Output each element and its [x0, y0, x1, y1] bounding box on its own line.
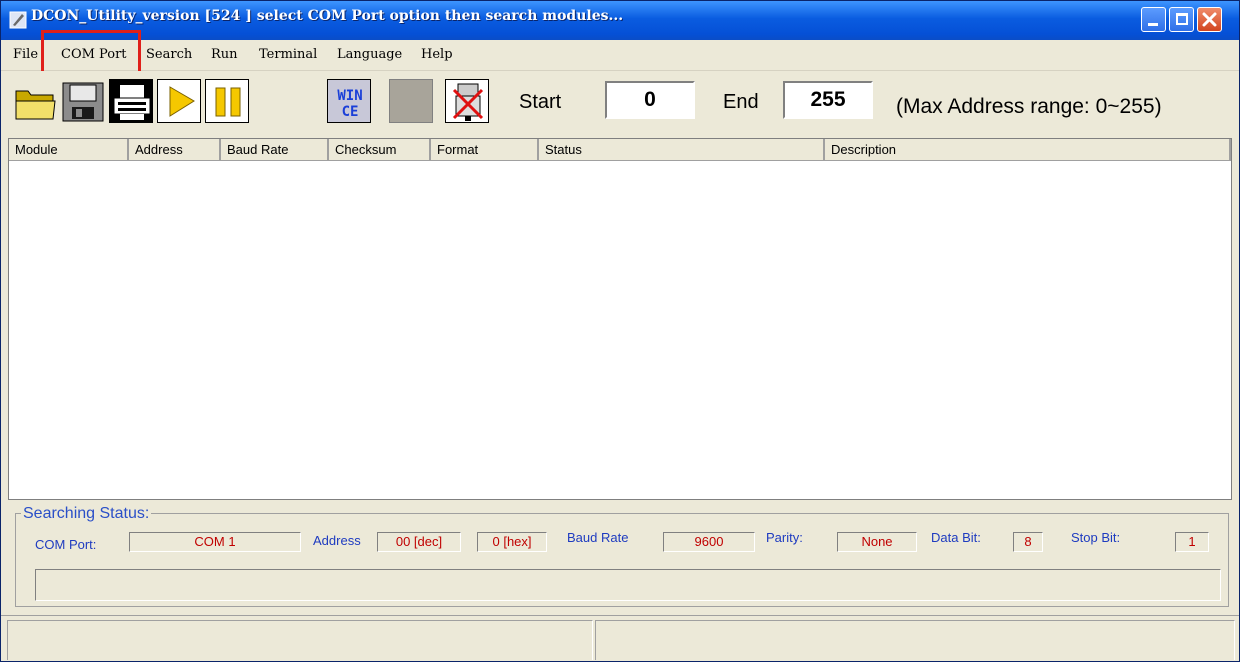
- menu-search[interactable]: Search: [146, 47, 192, 62]
- end-address-input[interactable]: 255: [783, 81, 873, 119]
- address-label: Address: [313, 533, 361, 548]
- status-pane-left: [7, 620, 593, 660]
- app-icon: [9, 11, 27, 29]
- svg-text:CE: CE: [342, 104, 359, 120]
- menu-bar: File COM Port Search Run Terminal Langua…: [1, 40, 1239, 71]
- com-port-label: COM Port:: [35, 537, 97, 552]
- maximize-icon[interactable]: [1169, 7, 1194, 32]
- column-checksum[interactable]: Checksum: [329, 139, 431, 161]
- address-dec-value: 00 [dec]: [377, 532, 461, 552]
- menu-file[interactable]: File: [13, 47, 38, 62]
- toolbar: WIN CE Start 0 End 255 (Max Address rang…: [1, 71, 1239, 136]
- wince-icon[interactable]: WIN CE: [327, 79, 371, 123]
- baud-rate-label: Baud Rate: [567, 530, 629, 545]
- max-address-range-hint: (Max Address range: 0~255): [896, 95, 1162, 118]
- minimize-icon[interactable]: [1141, 7, 1166, 32]
- column-address[interactable]: Address: [129, 139, 221, 161]
- column-description[interactable]: Description: [825, 139, 1231, 161]
- start-address-input[interactable]: 0: [605, 81, 695, 119]
- window-title: DCON_Utility_version [524 ] select COM P…: [31, 8, 624, 24]
- data-bit-value: 8: [1013, 532, 1043, 552]
- com-port-highlight: [41, 30, 141, 76]
- open-folder-icon[interactable]: [13, 79, 57, 123]
- module-list[interactable]: Module Address Baud Rate Checksum Format…: [8, 138, 1232, 500]
- run-play-icon[interactable]: [157, 79, 201, 123]
- blank-button[interactable]: [389, 79, 433, 123]
- parity-value: None: [837, 532, 917, 552]
- status-pane-right: [595, 620, 1235, 660]
- stop-connect-icon[interactable]: [445, 79, 489, 123]
- column-module[interactable]: Module: [9, 139, 129, 161]
- column-format[interactable]: Format: [431, 139, 539, 161]
- menu-help[interactable]: Help: [421, 47, 453, 62]
- dcon-utility-window: DCON_Utility_version [524 ] select COM P…: [0, 0, 1240, 662]
- parity-label: Parity:: [766, 530, 803, 545]
- search-progress-bar: [35, 569, 1221, 601]
- close-icon[interactable]: [1197, 7, 1222, 32]
- menu-language[interactable]: Language: [337, 47, 402, 62]
- baud-rate-value: 9600: [663, 532, 755, 552]
- menu-terminal[interactable]: Terminal: [259, 47, 317, 62]
- com-port-value: COM 1: [129, 532, 301, 552]
- data-bit-label: Data Bit:: [931, 530, 981, 545]
- searching-status-title: Searching Status:: [21, 505, 152, 523]
- stop-bit-label: Stop Bit:: [1071, 530, 1121, 545]
- wince-label: WIN: [337, 88, 362, 104]
- start-label: Start: [519, 91, 562, 113]
- column-status[interactable]: Status: [539, 139, 825, 161]
- status-bar: [1, 615, 1239, 661]
- stop-bit-value: 1: [1175, 532, 1209, 552]
- menu-run[interactable]: Run: [211, 47, 238, 62]
- print-icon[interactable]: [109, 79, 153, 123]
- pause-icon[interactable]: [205, 79, 249, 123]
- save-disk-icon[interactable]: [61, 79, 105, 123]
- end-label: End: [723, 91, 759, 113]
- column-baud-rate[interactable]: Baud Rate: [221, 139, 329, 161]
- title-bar[interactable]: DCON_Utility_version [524 ] select COM P…: [1, 1, 1239, 40]
- address-hex-value: 0 [hex]: [477, 532, 547, 552]
